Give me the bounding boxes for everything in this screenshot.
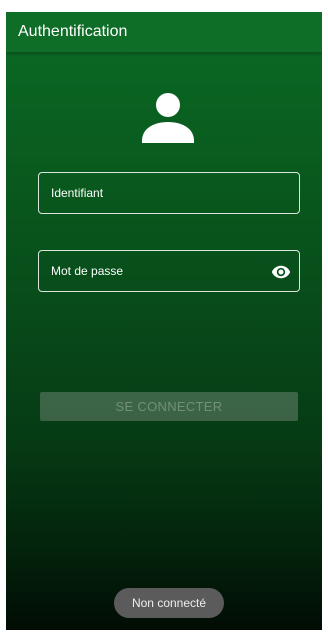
account-icon: [142, 93, 194, 143]
eye-icon[interactable]: [271, 262, 291, 282]
password-input[interactable]: [39, 251, 299, 291]
app-bar: Authentification: [6, 12, 322, 52]
username-field: [38, 172, 300, 214]
username-input[interactable]: [39, 173, 299, 213]
app-bar-title: Authentification: [18, 23, 128, 40]
login-screen: Authentification SE CONNECTER Non connec…: [6, 12, 322, 630]
status-toast: Non connecté: [114, 588, 224, 618]
login-button[interactable]: SE CONNECTER: [40, 392, 298, 421]
password-field: [38, 250, 300, 292]
